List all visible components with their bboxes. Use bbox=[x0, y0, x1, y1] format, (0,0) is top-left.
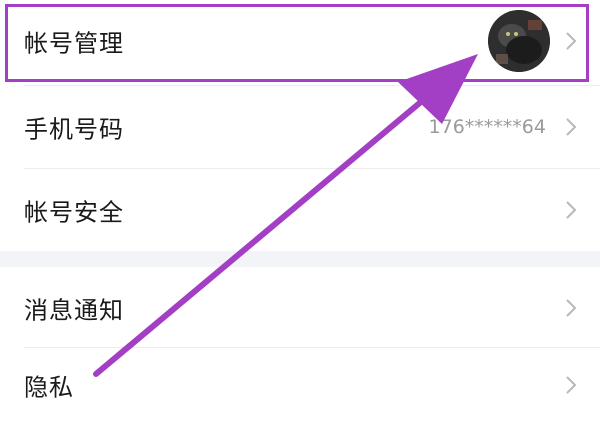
chevron-right-icon bbox=[566, 375, 577, 394]
settings-item-label: 帐号安全 bbox=[24, 198, 124, 227]
settings-item-account-security[interactable]: 帐号安全 bbox=[0, 169, 600, 251]
settings-item-account-management[interactable]: 帐号管理 bbox=[0, 0, 600, 82]
settings-item-notifications[interactable]: 消息通知 bbox=[0, 267, 600, 349]
phone-number-value: 176******64 bbox=[428, 116, 546, 138]
settings-item-privacy[interactable]: 隐私 bbox=[0, 348, 600, 421]
settings-item-label: 消息通知 bbox=[24, 296, 124, 325]
settings-item-label: 帐号管理 bbox=[24, 29, 124, 58]
chevron-right-icon bbox=[566, 32, 577, 50]
chevron-right-icon bbox=[566, 118, 577, 136]
settings-item-label: 手机号码 bbox=[24, 115, 124, 144]
chevron-right-icon bbox=[566, 299, 577, 317]
settings-item-label: 隐私 bbox=[24, 373, 74, 401]
chevron-right-icon bbox=[566, 201, 577, 219]
section-gap bbox=[0, 251, 600, 267]
avatar-photo-icon bbox=[488, 10, 550, 72]
settings-page: 帐号管理 手机号码 176******64 帐号安全 消息通知 隐私 bbox=[0, 0, 600, 421]
avatar bbox=[488, 10, 550, 72]
settings-item-phone-number[interactable]: 手机号码 176******64 bbox=[0, 86, 600, 168]
